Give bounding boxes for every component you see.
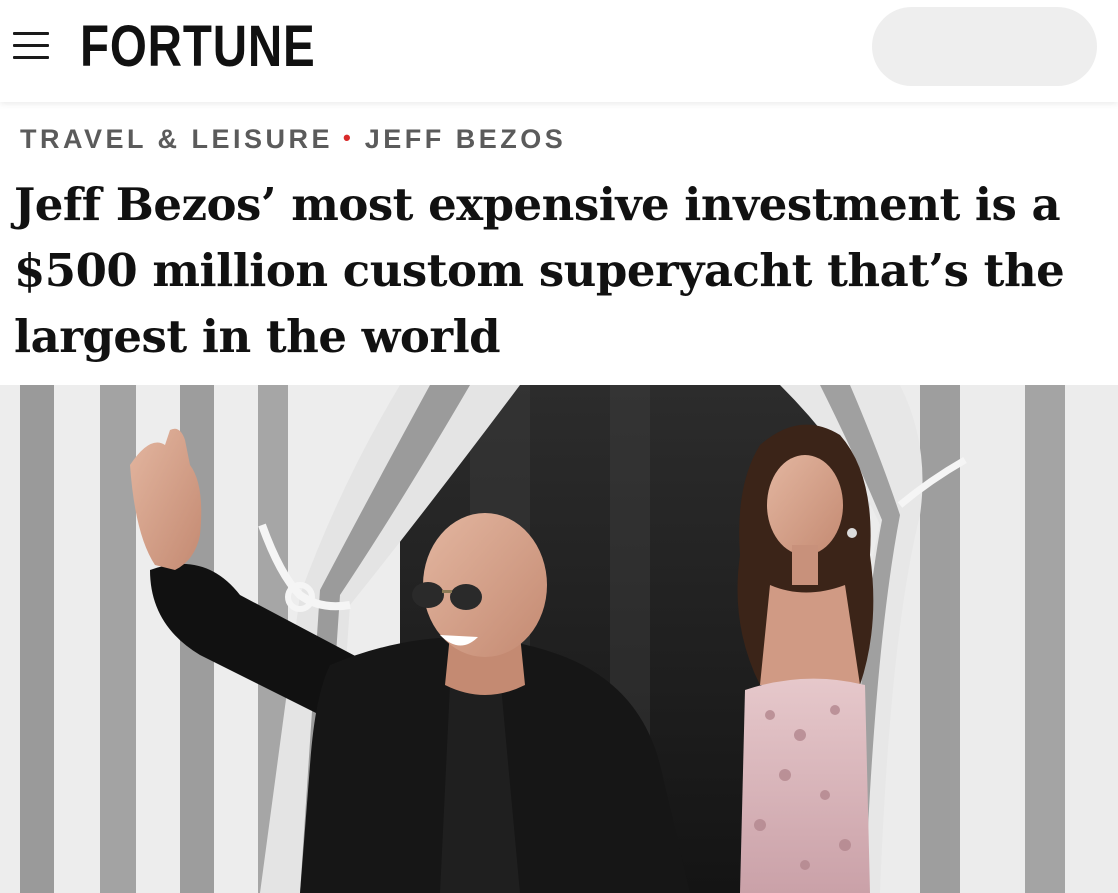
site-logo[interactable]: FORTUNE: [80, 14, 316, 84]
hamburger-menu-icon[interactable]: [13, 30, 49, 62]
kicker-separator-dot: •: [343, 125, 351, 150]
topic-link[interactable]: JEFF BEZOS: [365, 124, 567, 154]
article-headline: Jeff Bezos’ most expensive investment is…: [14, 178, 1065, 363]
woman-figure: [737, 424, 874, 893]
section-link[interactable]: TRAVEL & LEISURE: [20, 124, 333, 154]
hero-image: [0, 385, 1118, 893]
site-header: FORTUNE: [0, 0, 1118, 102]
article-kicker: TRAVEL & LEISURE • JEFF BEZOS: [20, 118, 566, 160]
header-pill-button[interactable]: [872, 7, 1097, 86]
hero-photo-illustration: [0, 385, 1118, 893]
